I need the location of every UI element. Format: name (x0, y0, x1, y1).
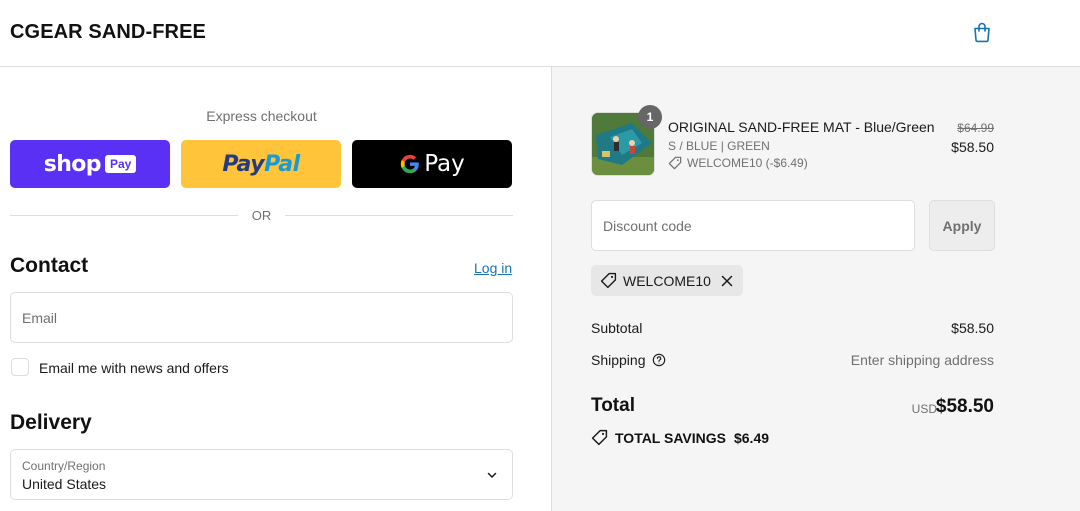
subtotal-value: $58.50 (951, 320, 994, 336)
product-title: ORIGINAL SAND-FREE MAT - Blue/Green (668, 119, 935, 135)
savings-amount: $6.49 (733, 429, 770, 446)
order-summary: 1 ORIGINAL SAND-FREE MAT - Blue/Green S … (551, 67, 1080, 511)
product-variant: S / BLUE | GREEN (668, 139, 770, 153)
total-currency: USD (911, 402, 937, 416)
product-discount-text: WELCOME10 (-$6.49) (687, 156, 808, 170)
savings-tag-icon (591, 429, 608, 446)
product-discount: WELCOME10 (-$6.49) (668, 156, 808, 170)
email-input[interactable] (11, 293, 512, 342)
email-field-wrapper (10, 292, 513, 343)
shopping-bag-icon[interactable] (970, 20, 994, 44)
paypal-wordmark-pay: Pay (222, 151, 265, 177)
apply-button[interactable]: Apply (929, 200, 995, 251)
or-divider-text: OR (251, 208, 272, 223)
country-value: United States (22, 476, 107, 492)
login-link[interactable]: Log in (474, 260, 512, 276)
shipping-row-label: Shipping (591, 352, 666, 368)
shop-pay-wordmark: shop (43, 151, 102, 177)
brand-logo[interactable]: CGEAR SAND-FREE (10, 21, 206, 44)
original-price: $64.99 (957, 121, 994, 135)
divider-right (285, 215, 513, 216)
discount-code-input[interactable] (592, 201, 914, 250)
google-g-icon (401, 154, 420, 174)
header: CGEAR SAND-FREE (0, 0, 1080, 67)
savings-label: TOTAL SAVINGS (615, 429, 726, 446)
paypal-wordmark-pal: Pal (264, 151, 300, 177)
delivery-heading: Delivery (10, 411, 92, 434)
applied-discount-chip: WELCOME10 (591, 265, 743, 296)
newsletter-label[interactable]: Email me with news and offers (39, 360, 229, 376)
chevron-down-icon (487, 472, 497, 478)
paypal-button[interactable]: Pay Pal (181, 140, 341, 188)
total-amount: $58.50 (935, 396, 994, 417)
newsletter-checkbox[interactable] (11, 358, 29, 376)
discounted-price: $58.50 (951, 139, 994, 155)
total-label: Total (591, 395, 635, 416)
google-pay-wordmark: Pay (424, 151, 465, 177)
quantity-badge: 1 (638, 105, 662, 129)
country-select[interactable]: Country/Region United States (10, 449, 513, 500)
google-pay-button[interactable]: Pay (352, 140, 512, 188)
shop-pay-button[interactable]: shop Pay (10, 140, 170, 188)
country-label: Country/Region (22, 459, 106, 473)
discount-field-wrapper (591, 200, 915, 251)
checkout-form: Express checkout shop Pay Pay Pal Pay OR … (0, 67, 551, 511)
subtotal-label: Subtotal (591, 320, 643, 336)
close-icon[interactable] (721, 275, 733, 287)
shipping-label: Shipping (591, 352, 646, 368)
help-circle-icon[interactable] (652, 353, 666, 367)
shop-pay-badge: Pay (104, 155, 137, 173)
applied-discount-code: WELCOME10 (623, 272, 711, 289)
shipping-value: Enter shipping address (850, 352, 994, 368)
divider-left (10, 215, 238, 216)
express-checkout-label: Express checkout (206, 108, 317, 124)
tag-icon (668, 156, 682, 170)
tag-icon (600, 272, 617, 289)
contact-heading: Contact (10, 254, 89, 277)
total-savings: TOTAL SAVINGS $6.49 (591, 429, 769, 446)
